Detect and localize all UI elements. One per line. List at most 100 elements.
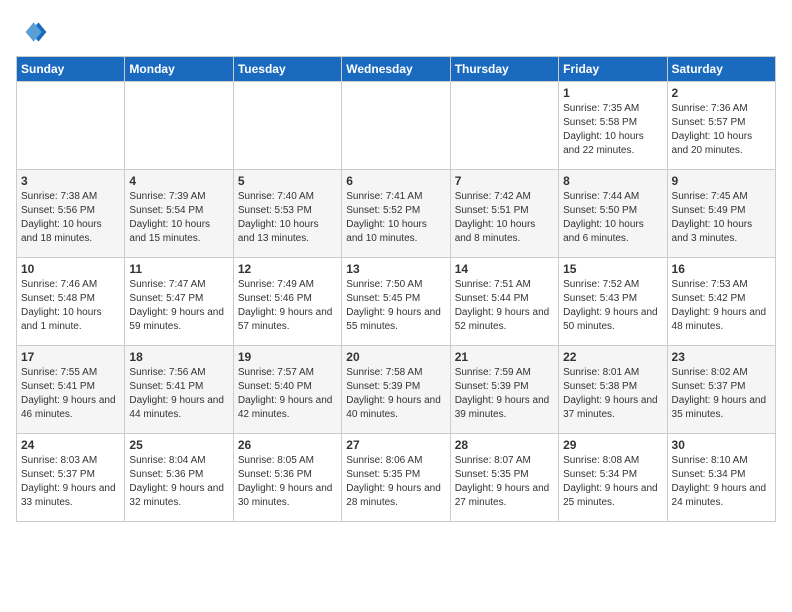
day-number: 15 [563, 262, 662, 276]
day-info: Sunrise: 7:40 AM Sunset: 5:53 PM Dayligh… [238, 190, 337, 246]
day-cell [17, 82, 125, 170]
day-number: 8 [563, 174, 662, 188]
day-info: Sunrise: 7:36 AM Sunset: 5:57 PM Dayligh… [672, 102, 771, 158]
day-cell: 25 Sunrise: 8:04 AM Sunset: 5:36 PM Dayli… [125, 434, 233, 522]
day-cell: 1 Sunrise: 7:35 AM Sunset: 5:58 PM Daylig… [559, 82, 667, 170]
day-number: 1 [563, 86, 662, 100]
day-number: 23 [672, 350, 771, 364]
calendar-table: SundayMondayTuesdayWednesdayThursdayFrid… [16, 56, 776, 522]
day-number: 22 [563, 350, 662, 364]
day-info: Sunrise: 7:39 AM Sunset: 5:54 PM Dayligh… [129, 190, 228, 246]
day-cell: 29 Sunrise: 8:08 AM Sunset: 5:34 PM Dayli… [559, 434, 667, 522]
day-cell: 5 Sunrise: 7:40 AM Sunset: 5:53 PM Daylig… [233, 170, 341, 258]
day-info: Sunrise: 7:50 AM Sunset: 5:45 PM Dayligh… [346, 278, 445, 334]
day-info: Sunrise: 8:04 AM Sunset: 5:36 PM Dayligh… [129, 454, 228, 510]
day-cell [450, 82, 558, 170]
day-info: Sunrise: 7:38 AM Sunset: 5:56 PM Dayligh… [21, 190, 120, 246]
day-cell: 26Sunrise: 8:05 AM Sunset: 5:36 PM Dayli… [233, 434, 341, 522]
day-info: Sunrise: 7:46 AM Sunset: 5:48 PM Dayligh… [21, 278, 120, 334]
day-cell [125, 82, 233, 170]
day-cell: 27 Sunrise: 8:06 AM Sunset: 5:35 PM Dayli… [342, 434, 450, 522]
day-number: 12 [238, 262, 337, 276]
week-row-4: 17Sunrise: 7:55 AM Sunset: 5:41 PM Dayli… [17, 346, 776, 434]
day-number: 20 [346, 350, 445, 364]
day-header-tuesday: Tuesday [233, 57, 341, 82]
day-info: Sunrise: 8:10 AM Sunset: 5:34 PM Dayligh… [672, 454, 771, 510]
week-row-5: 24 Sunrise: 8:03 AM Sunset: 5:37 PM Dayli… [17, 434, 776, 522]
day-number: 5 [238, 174, 337, 188]
logo-icon [16, 16, 48, 48]
day-number: 14 [455, 262, 554, 276]
day-cell: 30 Sunrise: 8:10 AM Sunset: 5:34 PM Dayli… [667, 434, 775, 522]
logo [16, 16, 52, 48]
day-cell: 6Sunrise: 7:41 AM Sunset: 5:52 PM Daylig… [342, 170, 450, 258]
day-cell: 19Sunrise: 7:57 AM Sunset: 5:40 PM Dayli… [233, 346, 341, 434]
day-cell: 28 Sunrise: 8:07 AM Sunset: 5:35 PM Dayli… [450, 434, 558, 522]
day-info: Sunrise: 7:59 AM Sunset: 5:39 PM Dayligh… [455, 366, 554, 422]
day-number: 19 [238, 350, 337, 364]
day-info: Sunrise: 8:08 AM Sunset: 5:34 PM Dayligh… [563, 454, 662, 510]
day-cell: 14 Sunrise: 7:51 AM Sunset: 5:44 PM Dayli… [450, 258, 558, 346]
day-info: Sunrise: 8:06 AM Sunset: 5:35 PM Dayligh… [346, 454, 445, 510]
day-info: Sunrise: 7:35 AM Sunset: 5:58 PM Dayligh… [563, 102, 662, 158]
day-number: 4 [129, 174, 228, 188]
day-info: Sunrise: 7:44 AM Sunset: 5:50 PM Dayligh… [563, 190, 662, 246]
day-cell: 15 Sunrise: 7:52 AM Sunset: 5:43 PM Dayli… [559, 258, 667, 346]
day-info: Sunrise: 8:02 AM Sunset: 5:37 PM Dayligh… [672, 366, 771, 422]
day-info: Sunrise: 7:49 AM Sunset: 5:46 PM Dayligh… [238, 278, 337, 334]
day-number: 24 [21, 438, 120, 452]
day-cell: 12 Sunrise: 7:49 AM Sunset: 5:46 PM Dayli… [233, 258, 341, 346]
day-number: 17 [21, 350, 120, 364]
day-cell: 21 Sunrise: 7:59 AM Sunset: 5:39 PM Dayli… [450, 346, 558, 434]
day-number: 16 [672, 262, 771, 276]
day-info: Sunrise: 7:52 AM Sunset: 5:43 PM Dayligh… [563, 278, 662, 334]
day-number: 27 [346, 438, 445, 452]
day-cell: 20Sunrise: 7:58 AM Sunset: 5:39 PM Dayli… [342, 346, 450, 434]
day-cell: 7Sunrise: 7:42 AM Sunset: 5:51 PM Daylig… [450, 170, 558, 258]
day-cell: 23 Sunrise: 8:02 AM Sunset: 5:37 PM Dayli… [667, 346, 775, 434]
day-cell: 16 Sunrise: 7:53 AM Sunset: 5:42 PM Dayli… [667, 258, 775, 346]
day-header-thursday: Thursday [450, 57, 558, 82]
day-number: 13 [346, 262, 445, 276]
day-info: Sunrise: 7:53 AM Sunset: 5:42 PM Dayligh… [672, 278, 771, 334]
day-info: Sunrise: 8:03 AM Sunset: 5:37 PM Dayligh… [21, 454, 120, 510]
day-number: 21 [455, 350, 554, 364]
day-number: 18 [129, 350, 228, 364]
day-info: Sunrise: 8:01 AM Sunset: 5:38 PM Dayligh… [563, 366, 662, 422]
day-header-wednesday: Wednesday [342, 57, 450, 82]
day-cell: 2 Sunrise: 7:36 AM Sunset: 5:57 PM Daylig… [667, 82, 775, 170]
day-cell: 13 Sunrise: 7:50 AM Sunset: 5:45 PM Dayli… [342, 258, 450, 346]
day-number: 9 [672, 174, 771, 188]
day-number: 28 [455, 438, 554, 452]
day-cell: 18 Sunrise: 7:56 AM Sunset: 5:41 PM Dayli… [125, 346, 233, 434]
day-cell: 10Sunrise: 7:46 AM Sunset: 5:48 PM Dayli… [17, 258, 125, 346]
day-info: Sunrise: 7:56 AM Sunset: 5:41 PM Dayligh… [129, 366, 228, 422]
day-info: Sunrise: 7:51 AM Sunset: 5:44 PM Dayligh… [455, 278, 554, 334]
day-cell: 8 Sunrise: 7:44 AM Sunset: 5:50 PM Daylig… [559, 170, 667, 258]
day-info: Sunrise: 8:07 AM Sunset: 5:35 PM Dayligh… [455, 454, 554, 510]
day-info: Sunrise: 7:45 AM Sunset: 5:49 PM Dayligh… [672, 190, 771, 246]
day-cell: 4 Sunrise: 7:39 AM Sunset: 5:54 PM Daylig… [125, 170, 233, 258]
page-header [16, 16, 776, 48]
day-number: 25 [129, 438, 228, 452]
day-header-saturday: Saturday [667, 57, 775, 82]
day-cell: 9 Sunrise: 7:45 AM Sunset: 5:49 PM Daylig… [667, 170, 775, 258]
day-number: 3 [21, 174, 120, 188]
day-number: 29 [563, 438, 662, 452]
day-cell: 17Sunrise: 7:55 AM Sunset: 5:41 PM Dayli… [17, 346, 125, 434]
day-number: 26 [238, 438, 337, 452]
day-header-friday: Friday [559, 57, 667, 82]
week-row-1: 1 Sunrise: 7:35 AM Sunset: 5:58 PM Daylig… [17, 82, 776, 170]
day-header-monday: Monday [125, 57, 233, 82]
week-row-2: 3 Sunrise: 7:38 AM Sunset: 5:56 PM Daylig… [17, 170, 776, 258]
day-cell: 11Sunrise: 7:47 AM Sunset: 5:47 PM Dayli… [125, 258, 233, 346]
day-cell: 3 Sunrise: 7:38 AM Sunset: 5:56 PM Daylig… [17, 170, 125, 258]
day-cell: 24 Sunrise: 8:03 AM Sunset: 5:37 PM Dayli… [17, 434, 125, 522]
day-number: 7 [455, 174, 554, 188]
week-row-3: 10Sunrise: 7:46 AM Sunset: 5:48 PM Dayli… [17, 258, 776, 346]
day-cell: 22 Sunrise: 8:01 AM Sunset: 5:38 PM Dayli… [559, 346, 667, 434]
day-number: 30 [672, 438, 771, 452]
day-number: 6 [346, 174, 445, 188]
day-number: 2 [672, 86, 771, 100]
day-info: Sunrise: 7:47 AM Sunset: 5:47 PM Dayligh… [129, 278, 228, 334]
